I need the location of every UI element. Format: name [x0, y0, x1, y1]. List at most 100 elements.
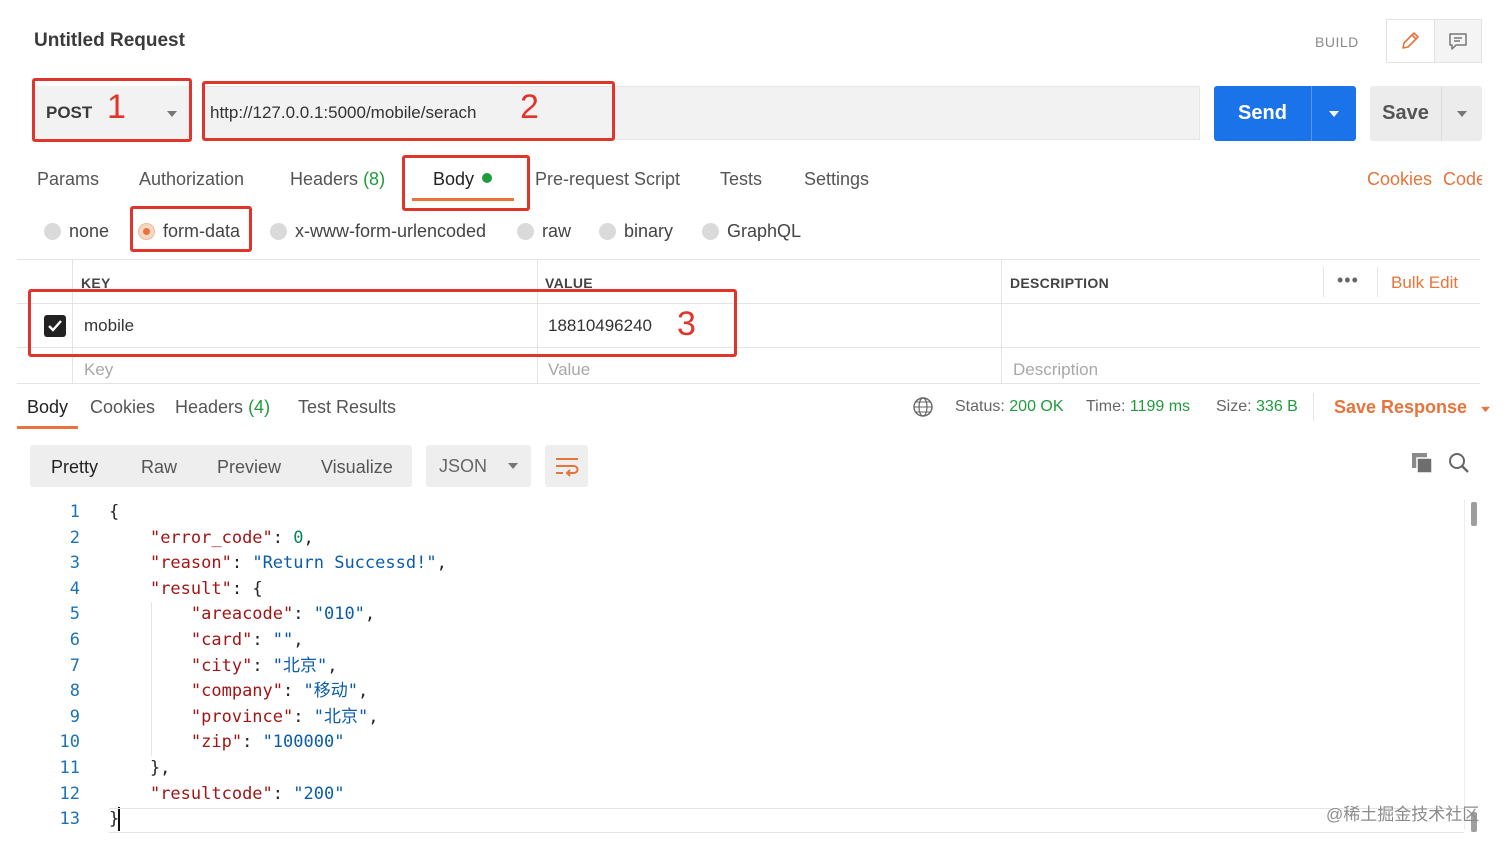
table-top-border: [17, 259, 1480, 260]
current-line-highlight-top: [109, 808, 1464, 809]
view-raw-button[interactable]: Raw: [141, 457, 177, 478]
column-divider: [1001, 260, 1002, 383]
tab-headers[interactable]: Headers (8): [290, 169, 385, 190]
response-tab-headers[interactable]: Headers (4): [175, 397, 270, 418]
comments-button[interactable]: [1433, 20, 1481, 62]
time-value: 1199 ms: [1129, 398, 1191, 415]
request-title[interactable]: Untitled Request: [34, 30, 185, 52]
scrollbar-thumb[interactable]: [1471, 502, 1477, 526]
line-number: 1: [69, 502, 80, 522]
send-options-dropdown[interactable]: [1312, 86, 1356, 141]
new-description-placeholder[interactable]: Description: [1013, 360, 1098, 380]
radio-label: binary: [624, 221, 674, 241]
column-divider: [1377, 267, 1378, 297]
size-readout: Size: 336 B: [1216, 398, 1298, 416]
tab-tests[interactable]: Tests: [720, 169, 762, 190]
view-preview-button[interactable]: Preview: [217, 457, 281, 478]
line-number: 4: [69, 578, 80, 599]
radio-circle: [44, 223, 61, 240]
new-value-placeholder[interactable]: Value: [548, 360, 590, 380]
wrap-lines-icon: [555, 458, 578, 477]
json-value: "北京": [272, 655, 328, 676]
json-value: 0: [293, 527, 304, 548]
tab-headers-label: Headers: [290, 169, 359, 189]
status-value: 200 OK: [1009, 398, 1064, 415]
search-icon[interactable]: [1447, 451, 1471, 475]
view-visualize-button[interactable]: Visualize: [321, 457, 393, 478]
line-number: 2: [69, 527, 80, 548]
status-label: Status:: [955, 398, 1005, 415]
radio-circle: [270, 223, 287, 240]
headers-count-badge: (8): [363, 169, 386, 189]
line-number: 10: [59, 732, 80, 753]
tab-params[interactable]: Params: [37, 169, 99, 190]
response-tab-test-results[interactable]: Test Results: [298, 397, 396, 418]
format-value: JSON: [439, 455, 488, 476]
line-number: 12: [59, 783, 80, 804]
radio-graphql[interactable]: GraphQL: [702, 221, 801, 242]
response-tab-body[interactable]: Body: [27, 397, 68, 418]
pencil-icon: [1402, 32, 1420, 49]
wrap-lines-button[interactable]: [545, 445, 588, 487]
json-value: "北京": [313, 706, 369, 727]
line-number: 13: [59, 809, 80, 830]
response-active-tab-indicator: [17, 426, 78, 429]
column-divider: [1323, 267, 1324, 297]
radio-circle: [702, 223, 719, 240]
line-number: 9: [69, 706, 80, 727]
radio-circle: [517, 223, 534, 240]
copy-icon[interactable]: [1410, 451, 1434, 475]
radio-circle: [599, 223, 616, 240]
line-number: 5: [69, 604, 80, 625]
save-label: Save: [1370, 86, 1442, 141]
radio-raw[interactable]: raw: [517, 221, 571, 242]
json-value: "": [272, 629, 294, 650]
json-value: "200": [293, 783, 345, 804]
edit-mode-button[interactable]: [1387, 20, 1434, 62]
radio-x-www-form-urlencoded[interactable]: x-www-form-urlencoded: [270, 221, 486, 242]
radio-binary[interactable]: binary: [599, 221, 673, 242]
scrollbar-track[interactable]: [1464, 500, 1465, 830]
save-button[interactable]: Save: [1370, 86, 1482, 141]
json-value: "100000": [262, 732, 345, 753]
save-response-button[interactable]: Save Response: [1334, 397, 1491, 418]
send-label: Send: [1214, 86, 1312, 141]
tab-pre-request-script[interactable]: Pre-request Script: [535, 169, 680, 190]
watermark-text: @稀土掘金技术社区: [1326, 805, 1480, 824]
format-select[interactable]: JSON: [426, 445, 531, 487]
annotation-box-body-tab: [402, 155, 530, 211]
line-number: 7: [69, 655, 80, 676]
annotation-box-form-data: [130, 206, 252, 252]
radio-label: none: [69, 221, 110, 241]
time-label: Time:: [1086, 398, 1126, 415]
new-key-placeholder[interactable]: Key: [84, 360, 113, 380]
globe-icon[interactable]: [912, 396, 934, 418]
response-tab-cookies[interactable]: Cookies: [90, 397, 155, 418]
radio-label: x-www-form-urlencoded: [295, 221, 487, 241]
tab-authorization[interactable]: Authorization: [139, 169, 244, 190]
bulk-edit-link[interactable]: Bulk Edit: [1391, 273, 1458, 293]
text-cursor: [118, 807, 120, 831]
view-pretty-button[interactable]: Pretty: [51, 457, 98, 478]
code-link[interactable]: Code: [1443, 169, 1482, 190]
annotation-number-3: 3: [677, 305, 696, 343]
annotation-number-2: 2: [520, 88, 539, 126]
radio-none[interactable]: none: [44, 221, 109, 242]
line-number-gutter: 1 2 3 4 5 6 7 8 9 10 11 12 13: [40, 500, 80, 833]
response-body-code[interactable]: { "error_code": 0, "reason": "Return Suc…: [109, 500, 447, 833]
json-value: "Return Successd!": [252, 553, 437, 574]
size-label: Size:: [1216, 398, 1252, 415]
chevron-down-icon: [508, 463, 519, 469]
line-number: 11: [59, 757, 80, 778]
cookies-link[interactable]: Cookies: [1367, 169, 1432, 190]
send-button[interactable]: Send: [1214, 86, 1356, 141]
size-value: 336 B: [1256, 398, 1298, 415]
param-description-cell[interactable]: [1010, 316, 1310, 338]
response-tab-headers-label: Headers: [175, 397, 244, 417]
save-options-dropdown[interactable]: [1442, 86, 1482, 141]
tab-settings[interactable]: Settings: [804, 169, 869, 190]
time-readout: Time: 1199 ms: [1086, 398, 1190, 416]
more-options-icon[interactable]: •••: [1337, 270, 1359, 291]
chevron-down-icon: [1481, 406, 1490, 413]
current-line-highlight-bottom: [109, 832, 1464, 833]
